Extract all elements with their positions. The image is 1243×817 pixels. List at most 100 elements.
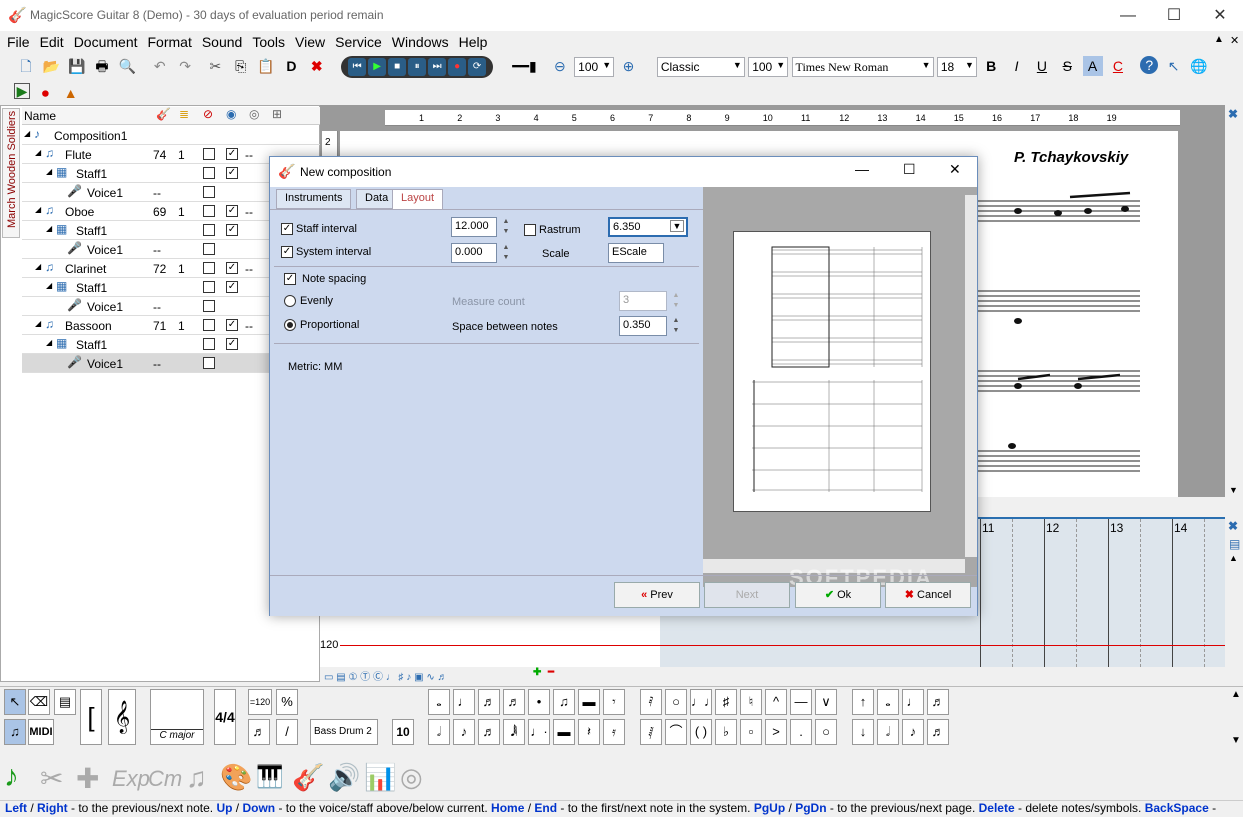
palette-symbol-button[interactable]: > — [765, 719, 787, 745]
mute-checkbox[interactable] — [203, 338, 215, 350]
expand-arrow-icon[interactable]: ◢ — [35, 319, 41, 328]
mute-checkbox[interactable] — [203, 167, 215, 179]
delete-icon[interactable]: ✖ — [307, 56, 327, 76]
staff-column-icon[interactable]: ≣ — [179, 107, 189, 121]
palette-symbol-button[interactable]: ♯ — [715, 689, 737, 715]
palette-scroll-up-icon[interactable]: ▲ — [1231, 689, 1241, 700]
pause-icon[interactable]: ⏸ — [408, 58, 427, 76]
voices-icon[interactable]: ♫ — [4, 719, 26, 745]
expand-arrow-icon[interactable]: ◢ — [24, 129, 30, 138]
tools-tab-icon[interactable]: ✂ — [40, 762, 63, 795]
visible-column-icon[interactable]: ◎ — [249, 107, 259, 121]
preview-vscroll[interactable] — [965, 195, 977, 557]
menu-help[interactable]: Help — [454, 32, 493, 52]
tree-row[interactable]: ◢ ♪ Composition1 — [22, 126, 320, 145]
mute-checkbox[interactable] — [203, 186, 215, 198]
palette-symbol-button[interactable]: 𝄿 — [603, 719, 625, 745]
menu-format[interactable]: Format — [143, 32, 197, 52]
menu-collapse-icon[interactable]: ▲ — [1214, 34, 1224, 45]
open-folder-icon[interactable]: 📂 — [41, 56, 61, 76]
visible-checkbox[interactable]: ✓ — [226, 167, 238, 179]
bracket-icon[interactable]: [ — [80, 689, 102, 745]
system-interval-spinner[interactable]: ▲ ▼ — [500, 243, 512, 263]
palette-symbol-button[interactable]: 𝅀 — [640, 689, 662, 715]
expand-arrow-icon[interactable]: ◢ — [46, 338, 52, 347]
paste-icon[interactable]: 📋 — [256, 56, 276, 76]
expand-arrow-icon[interactable]: ◢ — [46, 224, 52, 233]
help-icon[interactable]: ? — [1140, 56, 1159, 74]
palette-symbol-button[interactable]: ♪ — [902, 719, 924, 745]
mute-checkbox[interactable] — [203, 243, 215, 255]
scroll-up-icon[interactable]: ▲ — [1229, 553, 1238, 563]
print-preview-icon[interactable]: 🔍 — [117, 56, 137, 76]
new-file-icon[interactable]: 🗋 — [16, 56, 36, 76]
palette-symbol-button[interactable]: ♬ — [503, 689, 525, 715]
chord-tab-icon[interactable]: Cm — [148, 766, 182, 792]
visible-checkbox[interactable]: ✓ — [226, 281, 238, 293]
palette-symbol-button[interactable]: ♩♩ — [690, 689, 717, 715]
mute-checkbox[interactable] — [203, 281, 215, 293]
key-signature-picker[interactable]: C major — [150, 689, 204, 745]
palette-symbol-button[interactable]: ^ — [765, 689, 787, 715]
dialog-close-button[interactable]: ✕ — [949, 161, 961, 178]
menu-service[interactable]: Service — [330, 32, 387, 52]
visible-checkbox[interactable]: ✓ — [226, 148, 238, 160]
visible-checkbox[interactable]: ✓ — [226, 205, 238, 217]
forward-icon[interactable]: ⏭ — [428, 58, 447, 76]
menu-sound[interactable]: Sound — [197, 32, 247, 52]
palette-symbol-button[interactable]: ♬ — [927, 689, 949, 715]
palette-symbol-button[interactable]: ♪ — [453, 719, 475, 745]
zoom-in-icon[interactable]: ⊕ — [619, 56, 639, 76]
undo-icon[interactable]: ↶ — [150, 56, 170, 76]
expand-arrow-icon[interactable]: ◢ — [46, 281, 52, 290]
close-button[interactable]: ✕ — [1197, 0, 1243, 31]
add-icon[interactable]: ✚ — [533, 667, 541, 678]
palette-symbol-button[interactable]: ∨ — [815, 689, 837, 715]
palette-symbol-button[interactable]: ♩ — [453, 689, 475, 715]
notes-tab-icon[interactable]: ♪ — [4, 760, 19, 794]
palette-symbol-button[interactable]: ▬ — [553, 719, 575, 745]
solo-column-icon[interactable]: ◉ — [226, 107, 236, 121]
print-icon[interactable]: 🖶 — [92, 56, 112, 76]
treble-clef-icon[interactable]: 𝄞 — [108, 689, 136, 745]
palette-symbol-button[interactable]: 𝅘𝅥𝅲 — [503, 719, 525, 745]
close-pane-icon[interactable]: ✖ — [1228, 107, 1238, 121]
tab-instruments[interactable]: Instruments — [276, 189, 352, 209]
play-icon[interactable]: ▶ — [368, 58, 387, 76]
menu-tools[interactable]: Tools — [247, 32, 290, 52]
expression-tab-icon[interactable]: Exp — [112, 766, 150, 792]
staff-interval-input[interactable]: 12.000 — [451, 217, 497, 237]
cut-icon[interactable]: ✂ — [205, 56, 225, 76]
note-spacing-checkbox[interactable]: ✓ — [284, 273, 296, 285]
cursor-help-icon[interactable]: ↖ — [1164, 56, 1184, 76]
palette-symbol-button[interactable]: ♫ — [553, 689, 575, 715]
mute-checkbox[interactable] — [203, 148, 215, 160]
globe-icon[interactable]: 🌐 — [1189, 56, 1209, 76]
guitar-tab-icon[interactable]: 🎸 — [292, 762, 324, 793]
expand-arrow-icon[interactable]: ◢ — [35, 262, 41, 271]
roll-tool-icons[interactable]: ▭ ▤ ① Ⓣ Ⓒ ♩ ♯ ♪ ▣ ∿ ♬ — [324, 668, 447, 683]
eraser-icon[interactable]: ⌫ — [28, 689, 50, 715]
zoom-combo[interactable]: 100 ▼ — [574, 57, 615, 77]
mute-checkbox[interactable] — [203, 357, 215, 369]
save-icon[interactable]: 💾 — [67, 56, 87, 76]
menu-document[interactable]: Document — [69, 32, 143, 52]
dialog-minimize-button[interactable]: — — [855, 161, 869, 177]
palette-symbol-button[interactable]: • — [528, 689, 550, 715]
midi-button[interactable]: MIDI — [28, 719, 54, 745]
ok-button[interactable]: ✔ Ok — [795, 582, 881, 608]
minimize-button[interactable]: — — [1105, 0, 1151, 31]
style-combo[interactable]: Classic ▼ — [656, 57, 745, 77]
palette-symbol-button[interactable]: 𝅗𝅥 — [428, 719, 450, 745]
d-button[interactable]: D — [281, 56, 301, 76]
cancel-button[interactable]: ✖ Cancel — [885, 582, 971, 608]
record-icon[interactable]: ● — [448, 58, 467, 76]
tab-layout[interactable]: Layout — [392, 189, 444, 209]
measure-count-input[interactable]: 3 — [619, 291, 667, 311]
font-size-combo[interactable]: 18 ▼ — [936, 57, 977, 77]
tuplet-icon[interactable]: ♬ — [248, 719, 270, 745]
palette-symbol-button[interactable]: ↑ — [852, 689, 874, 715]
palette-symbol-button[interactable]: 𝅗𝅥 — [877, 719, 899, 745]
dial-tab-icon[interactable]: ◎ — [400, 762, 423, 793]
menu-close-icon[interactable]: ✕ — [1230, 34, 1239, 47]
